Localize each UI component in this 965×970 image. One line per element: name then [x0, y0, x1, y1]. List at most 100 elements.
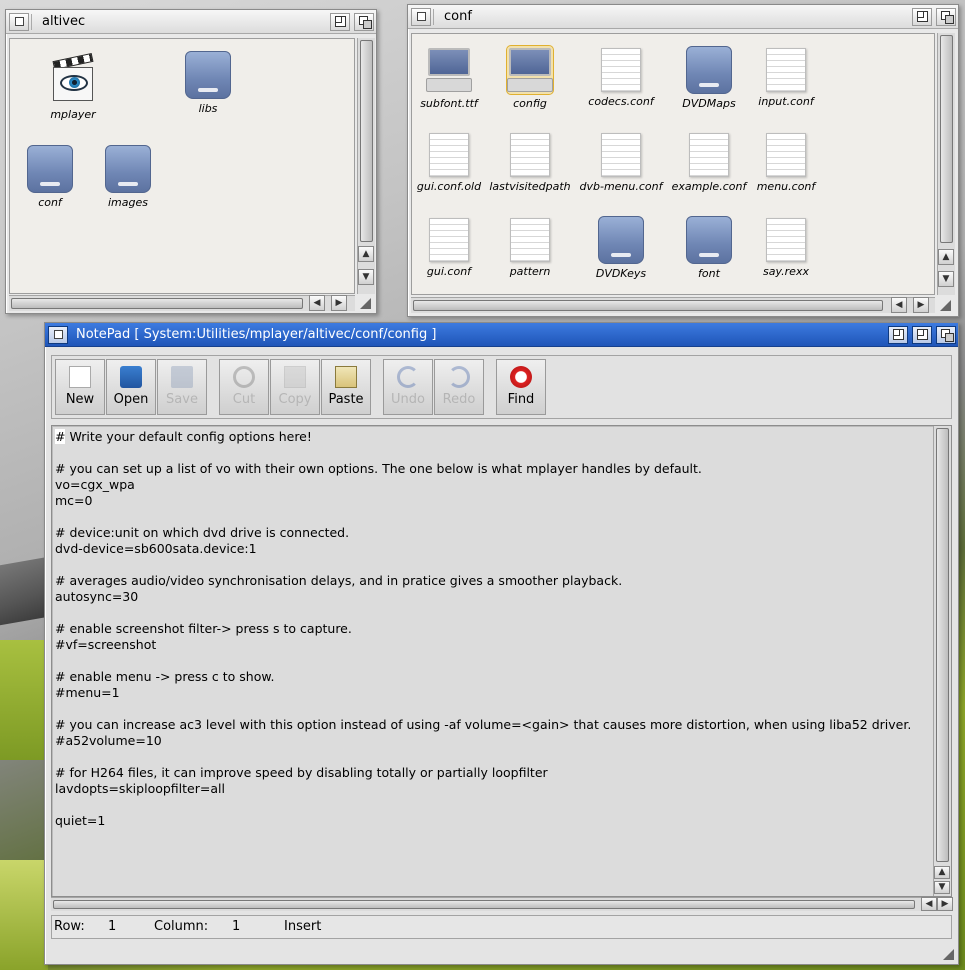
copy-button[interactable]: Copy — [270, 359, 320, 415]
close-button[interactable] — [9, 12, 29, 31]
window-title: conf — [444, 9, 472, 24]
cut-button[interactable]: Cut — [219, 359, 269, 415]
scroll-knob[interactable] — [413, 300, 883, 311]
find-icon — [510, 366, 532, 388]
zoom-button[interactable] — [330, 12, 350, 31]
icon-mplayer[interactable]: mplayer — [28, 52, 118, 121]
icon-say-rexx[interactable]: say.rexx — [741, 218, 831, 278]
icon-label: config — [513, 97, 547, 110]
scroll-knob[interactable] — [940, 35, 953, 243]
icon-subfont[interactable]: subfont.ttf — [404, 46, 494, 110]
scroll-down-button[interactable]: ▼ — [358, 269, 374, 285]
conf-titlebar[interactable]: conf — [408, 5, 958, 29]
horizontal-scrollbar[interactable]: ◀ ▶ — [9, 295, 355, 311]
insert-mode: Insert — [284, 919, 322, 934]
drawer-icon — [27, 145, 73, 193]
horizontal-scrollbar[interactable]: ◀ ▶ — [51, 897, 953, 911]
notepad-titlebar[interactable]: NotePad [ System:Utilities/mplayer/altiv… — [45, 323, 958, 347]
scroll-left-button[interactable]: ◀ — [891, 297, 907, 313]
scroll-knob[interactable] — [11, 298, 303, 309]
redo-button[interactable]: Redo — [434, 359, 484, 415]
window-title: altivec — [42, 14, 86, 29]
horizontal-scrollbar[interactable]: ◀ ▶ — [411, 297, 935, 313]
movie-clapper-icon — [50, 52, 96, 105]
depth-button[interactable] — [936, 7, 956, 26]
scroll-left-button[interactable]: ◀ — [921, 897, 937, 911]
find-button[interactable]: Find — [496, 359, 546, 415]
vertical-scrollbar[interactable]: ▲ ▼ — [933, 426, 951, 896]
scroll-right-button[interactable]: ▶ — [937, 897, 953, 911]
zoom-button[interactable] — [912, 325, 932, 344]
scroll-knob[interactable] — [53, 900, 915, 909]
document-icon — [689, 133, 729, 177]
icon-codecs-conf[interactable]: codecs.conf — [576, 48, 666, 108]
computer-icon — [426, 46, 472, 94]
icon-menu-conf[interactable]: menu.conf — [741, 133, 831, 193]
scroll-knob[interactable] — [360, 40, 373, 242]
scroll-knob[interactable] — [936, 428, 949, 862]
icon-dvb-menu-conf[interactable]: dvb-menu.conf — [576, 133, 666, 193]
text-editor[interactable]: # Write your default config options here… — [51, 425, 952, 897]
scroll-right-button[interactable]: ▶ — [913, 297, 929, 313]
close-button[interactable] — [411, 7, 431, 26]
save-button[interactable]: Save — [157, 359, 207, 415]
paste-button[interactable]: Paste — [321, 359, 371, 415]
scroll-down-button[interactable]: ▼ — [938, 271, 954, 287]
resize-handle[interactable] — [937, 297, 953, 313]
wallpaper-stripe — [0, 860, 48, 970]
icon-conf[interactable]: conf — [5, 145, 95, 209]
text-cursor: # — [55, 429, 66, 444]
depth-icon — [940, 329, 954, 342]
altivec-titlebar[interactable]: altivec — [6, 10, 376, 34]
icon-gui-conf-old[interactable]: gui.conf.old — [404, 133, 494, 193]
icon-gui-conf[interactable]: gui.conf — [404, 218, 494, 278]
resize-handle[interactable] — [940, 946, 956, 962]
icon-config[interactable]: config — [485, 45, 575, 110]
copy-label: Copy — [278, 392, 312, 407]
scroll-right-button[interactable]: ▶ — [331, 295, 347, 311]
icon-images[interactable]: images — [83, 145, 173, 209]
undo-icon — [397, 366, 419, 388]
icon-label: gui.conf.old — [416, 180, 482, 193]
icon-input-conf[interactable]: input.conf — [741, 48, 831, 108]
title-separator — [433, 8, 434, 25]
computer-icon — [506, 45, 554, 95]
scissors-icon — [233, 366, 255, 388]
icon-pattern[interactable]: pattern — [485, 218, 575, 278]
close-button[interactable] — [48, 325, 68, 344]
icon-label: say.rexx — [763, 265, 809, 278]
icon-libs[interactable]: libs — [163, 51, 253, 115]
scroll-up-button[interactable]: ▲ — [938, 249, 954, 265]
scroll-up-button[interactable]: ▲ — [934, 866, 950, 879]
conf-window: conf subfont.ttf config codecs.conf DVDM… — [407, 4, 959, 317]
resize-handle[interactable] — [357, 295, 373, 311]
redo-icon — [448, 366, 470, 388]
icon-lastvisitedpath[interactable]: lastvisitedpath — [485, 133, 575, 193]
depth-icon — [940, 11, 954, 24]
open-button[interactable]: Open — [106, 359, 156, 415]
document-icon — [766, 218, 806, 262]
icon-label: mplayer — [50, 108, 96, 121]
vertical-scrollbar[interactable]: ▲ ▼ — [357, 38, 375, 294]
zoom-button[interactable] — [912, 7, 932, 26]
drawer-icon — [598, 216, 644, 264]
vertical-scrollbar[interactable]: ▲ ▼ — [937, 33, 955, 295]
depth-button[interactable] — [354, 12, 374, 31]
iconify-button[interactable] — [888, 325, 908, 344]
new-label: New — [65, 392, 95, 407]
editor-text[interactable]: # Write your default config options here… — [55, 429, 929, 829]
altivec-icon-area: mplayer libs conf images — [9, 38, 355, 294]
new-button[interactable]: New — [55, 359, 105, 415]
document-icon — [510, 218, 550, 262]
clipboard-icon — [335, 366, 357, 388]
notepad-window: NotePad [ System:Utilities/mplayer/altiv… — [44, 322, 959, 965]
toolbar: New Open Save Cut Copy Paste Undo Redo F… — [51, 355, 952, 419]
scroll-left-button[interactable]: ◀ — [309, 295, 325, 311]
icon-dvdkeys[interactable]: DVDKeys — [576, 216, 666, 280]
depth-button[interactable] — [936, 325, 956, 344]
icon-label: dvb-menu.conf — [579, 180, 663, 193]
icon-label: libs — [198, 102, 218, 115]
scroll-up-button[interactable]: ▲ — [358, 246, 374, 262]
undo-button[interactable]: Undo — [383, 359, 433, 415]
scroll-down-button[interactable]: ▼ — [934, 881, 950, 894]
